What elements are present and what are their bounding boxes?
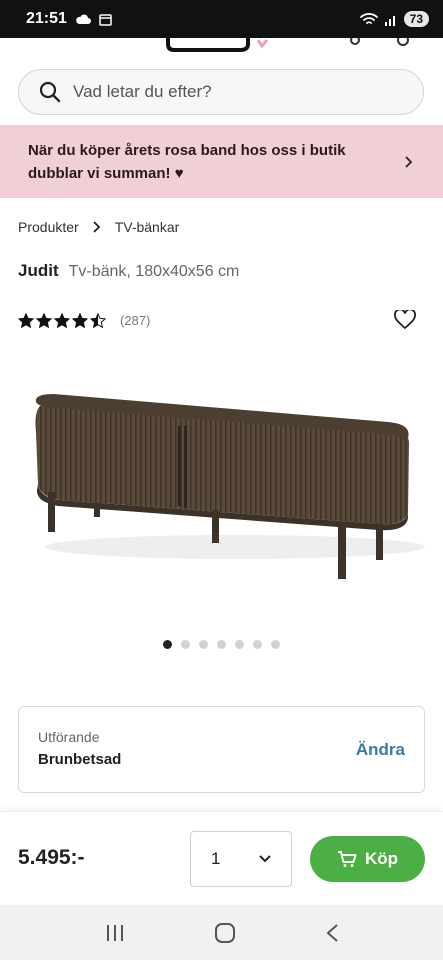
chevron-right-icon (405, 155, 413, 168)
quantity-value: 1 (211, 849, 221, 868)
battery-indicator: 73 (403, 11, 429, 27)
promo-banner[interactable]: När du köper årets rosa band hos oss i b… (0, 125, 443, 198)
cart-icon (337, 851, 357, 867)
system-nav-bar (0, 905, 443, 960)
signal-icon (384, 15, 395, 26)
change-variant-button[interactable]: Ändra (356, 740, 405, 760)
gallery-dot[interactable] (235, 640, 244, 649)
purchase-bar: 5.495:- 1 Köp (0, 811, 443, 905)
wifi-icon (359, 13, 378, 24)
gallery-dot[interactable] (217, 640, 226, 649)
home-icon[interactable] (214, 922, 236, 944)
gallery-dot[interactable] (271, 640, 280, 649)
search-bar[interactable] (18, 69, 424, 115)
back-icon[interactable] (325, 923, 339, 943)
star-icon (36, 313, 52, 328)
buy-button-label: Köp (364, 849, 399, 868)
star-icon (90, 313, 106, 328)
gallery-dot[interactable] (163, 640, 172, 649)
gallery-dot[interactable] (199, 640, 208, 649)
breadcrumb-item-produkter[interactable]: Produkter (18, 219, 79, 235)
breadcrumb: Produkter TV-bänkar (18, 219, 179, 235)
gallery-dot[interactable] (253, 640, 262, 649)
star-icon (72, 313, 88, 328)
chevron-right-icon (93, 221, 100, 233)
star-icon (18, 313, 34, 328)
variant-selector[interactable]: Utförande Brunbetsad Ändra (18, 706, 425, 793)
product-name: Judit (18, 261, 59, 280)
calendar-icon (99, 13, 112, 26)
cloud-icon (76, 14, 91, 24)
promo-banner-text: När du köper årets rosa band hos oss i b… (28, 141, 346, 182)
chevron-down-icon (259, 855, 271, 863)
status-bar: 21:51 73 (0, 0, 443, 38)
star-icon (54, 313, 70, 328)
search-icon (39, 81, 61, 103)
product-title: Judit Tv-bänk, 180x40x56 cm (18, 261, 239, 281)
heart-icon[interactable] (394, 310, 416, 330)
search-input[interactable] (73, 82, 373, 102)
buy-button[interactable]: Köp (310, 836, 425, 882)
rating-stars (18, 313, 106, 328)
gallery-pagination (0, 640, 443, 649)
breadcrumb-item-tv-bankar[interactable]: TV-bänkar (115, 219, 180, 235)
product-rating[interactable]: (287) (18, 313, 150, 328)
product-image[interactable] (20, 372, 430, 602)
recent-apps-icon[interactable] (105, 924, 125, 942)
review-count[interactable]: (287) (120, 313, 150, 328)
product-subtitle: Tv-bänk, 180x40x56 cm (68, 263, 240, 280)
product-price: 5.495:- (18, 846, 85, 869)
gallery-dot[interactable] (181, 640, 190, 649)
site-logo[interactable] (0, 38, 443, 52)
quantity-select[interactable]: 1 (190, 831, 292, 887)
status-time: 21:51 (26, 10, 67, 27)
